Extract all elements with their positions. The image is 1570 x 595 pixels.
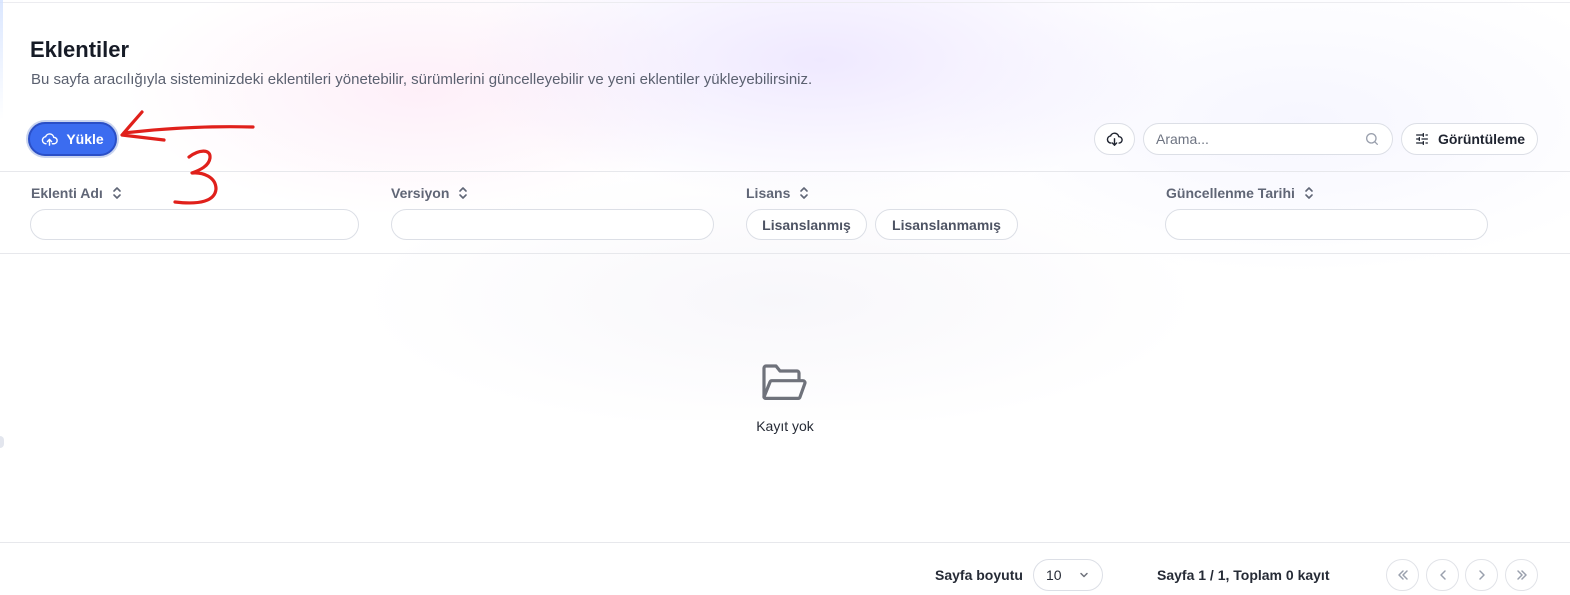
- filter-chip-unlicensed[interactable]: Lisanslanmamış: [875, 209, 1018, 240]
- column-header-plugin-name[interactable]: Eklenti Adı: [31, 185, 123, 201]
- sort-icon: [800, 187, 809, 199]
- sort-icon: [113, 187, 121, 199]
- chevrons-right-icon: [1516, 570, 1527, 580]
- page-size-value: 10: [1046, 567, 1062, 583]
- last-page-button[interactable]: [1505, 559, 1538, 591]
- filter-plugin-name-input[interactable]: [30, 209, 359, 240]
- cloud-download-icon: [1106, 132, 1123, 146]
- column-label: Eklenti Adı: [31, 185, 103, 201]
- annotation-number-3: [173, 149, 218, 205]
- filter-version-input[interactable]: [391, 209, 714, 240]
- page-title: Eklentiler: [30, 37, 130, 62]
- table-header-top-divider: [0, 171, 1570, 172]
- column-header-license[interactable]: Lisans: [746, 185, 810, 201]
- chevron-left-icon: [1439, 570, 1446, 580]
- left-edge-handle: [0, 436, 4, 448]
- page-info: Sayfa 1 / 1, Toplam 0 kayıt: [1157, 567, 1330, 583]
- column-label: Güncellenme Tarihi: [1166, 185, 1295, 201]
- table-header-bottom-divider: [0, 253, 1570, 254]
- filter-chip-licensed[interactable]: Lisanslanmış: [746, 209, 867, 240]
- search-icon: [1366, 133, 1378, 145]
- sliders-icon: [1415, 133, 1428, 145]
- footer-divider: [0, 542, 1570, 543]
- chevrons-left-icon: [1397, 570, 1408, 580]
- filter-updated-date-input[interactable]: [1165, 209, 1488, 240]
- annotation-overlay: [120, 110, 255, 205]
- sort-icon: [459, 187, 468, 199]
- folder-open-icon: [762, 364, 807, 400]
- search-field[interactable]: [1143, 123, 1393, 155]
- column-label: Versiyon: [391, 185, 450, 201]
- top-divider: [0, 2, 1570, 3]
- upload-button-label: Yükle: [66, 131, 104, 147]
- upload-button[interactable]: Yükle: [28, 122, 117, 156]
- column-label: Lisans: [746, 185, 791, 201]
- next-page-button[interactable]: [1465, 559, 1498, 591]
- annotation-arrowhead: [120, 110, 166, 142]
- download-button[interactable]: [1094, 123, 1135, 155]
- page-size-label: Sayfa boyutu: [935, 567, 1023, 583]
- column-header-version[interactable]: Versiyon: [391, 185, 469, 201]
- search-input[interactable]: [1156, 131, 1364, 147]
- chevron-down-icon: [1080, 572, 1088, 578]
- annotation-arrow: [122, 125, 255, 135]
- chevron-right-icon: [1478, 570, 1485, 580]
- page-size-select[interactable]: 10: [1033, 559, 1103, 591]
- sort-icon: [1305, 187, 1313, 199]
- column-header-updated-date[interactable]: Güncellenme Tarihi: [1166, 185, 1315, 201]
- view-options-label: Görüntüleme: [1437, 131, 1526, 147]
- previous-page-button[interactable]: [1426, 559, 1459, 591]
- first-page-button[interactable]: [1386, 559, 1419, 591]
- view-options-button[interactable]: Görüntüleme: [1401, 123, 1538, 155]
- left-edge-accent: [0, 0, 3, 120]
- page-subtitle: Bu sayfa aracılığıyla sisteminizdeki ekl…: [31, 71, 813, 88]
- empty-state-text: Kayıt yok: [756, 418, 814, 434]
- cloud-upload-icon: [42, 132, 59, 146]
